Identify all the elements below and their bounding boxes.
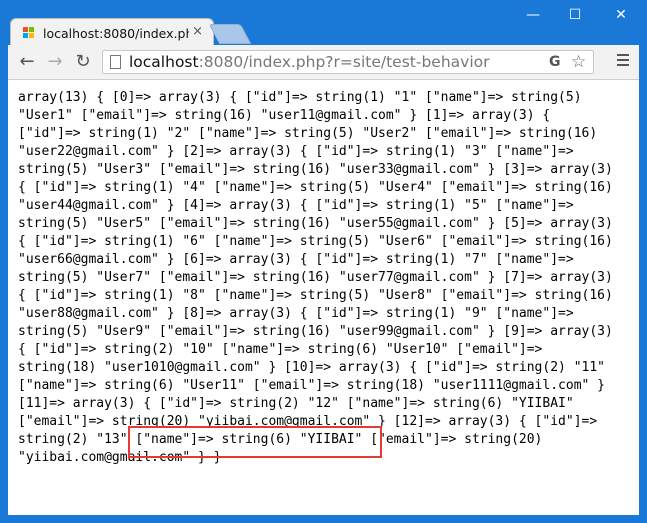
page-content: array(13) { [0]=> array(3) { ["id"]=> st…: [8, 80, 639, 515]
dump-line: ["name"]=> string(6) "User11" ["email"]=…: [18, 378, 605, 393]
dump-line: "user66@gmail.com" } [6]=> array(3) { ["…: [18, 252, 574, 267]
highlight-box: [128, 426, 382, 458]
dump-line: ["id"]=> string(1) "2" ["name"]=> string…: [18, 126, 598, 141]
menu-icon[interactable]: [615, 52, 631, 70]
url-text[interactable]: localhost:8080/index.php?r=site/test-beh…: [129, 53, 490, 71]
minimize-button[interactable]: —: [510, 0, 556, 30]
dump-line: string(5) "User5" ["email"]=> string(16)…: [18, 216, 613, 231]
dump-line: string(5) "User9" ["email"]=> string(16)…: [18, 324, 613, 339]
dump-line: { ["id"]=> string(2) "10" ["name"]=> str…: [18, 342, 543, 357]
translate-icon[interactable]: G: [549, 54, 561, 70]
url-host: localhost: [129, 53, 199, 71]
star-icon[interactable]: ☆: [571, 52, 586, 72]
close-window-button[interactable]: ✕: [598, 0, 644, 30]
tab-title: localhost:8080/index.ph: [43, 26, 189, 41]
browser-window: localhost:8080/index.ph × — ☐ ✕ ← → ↻ lo…: [0, 0, 647, 523]
tab-close-icon[interactable]: ×: [192, 25, 203, 39]
dump-line: { ["id"]=> string(1) "4" ["name"]=> stri…: [18, 180, 613, 195]
dump-line: "user22@gmail.com" } [2]=> array(3) { ["…: [18, 144, 574, 159]
dump-line: "user44@gmail.com" } [4]=> array(3) { ["…: [18, 198, 574, 213]
dump-line: string(5) "User3" ["email"]=> string(16)…: [18, 162, 613, 177]
dump-line: [11]=> array(3) { ["id"]=> string(2) "12…: [18, 396, 574, 411]
back-button[interactable]: ←: [16, 51, 38, 73]
page-icon: [110, 55, 121, 69]
dump-line: "User1" ["email"]=> string(16) "user11@g…: [18, 108, 551, 123]
dump-line: string(18) "user1010@gmail.com" } [10]=>…: [18, 360, 605, 375]
new-tab-button[interactable]: [208, 24, 252, 44]
title-bar: localhost:8080/index.ph × — ☐ ✕: [0, 0, 647, 46]
url-path: :8080/index.php?r=site/test-behavior: [198, 53, 490, 71]
reload-button[interactable]: ↻: [72, 51, 94, 73]
forward-button[interactable]: →: [44, 51, 66, 73]
address-bar[interactable]: localhost:8080/index.php?r=site/test-beh…: [102, 50, 594, 74]
dump-line: string(5) "User7" ["email"]=> string(16)…: [18, 270, 613, 285]
favicon-icon: [23, 27, 35, 39]
dump-line: "user88@gmail.com" } [8]=> array(3) { ["…: [18, 306, 574, 321]
dump-line: { ["id"]=> string(1) "6" ["name"]=> stri…: [18, 234, 613, 249]
var-dump-output: array(13) { [0]=> array(3) { ["id"]=> st…: [18, 89, 628, 467]
browser-tab[interactable]: localhost:8080/index.ph ×: [10, 18, 214, 46]
dump-line: { ["id"]=> string(1) "8" ["name"]=> stri…: [18, 288, 613, 303]
dump-line: array(13) { [0]=> array(3) { ["id"]=> st…: [18, 90, 582, 105]
browser-toolbar: ← → ↻ localhost:8080/index.php?r=site/te…: [8, 45, 639, 80]
maximize-button[interactable]: ☐: [552, 0, 598, 30]
